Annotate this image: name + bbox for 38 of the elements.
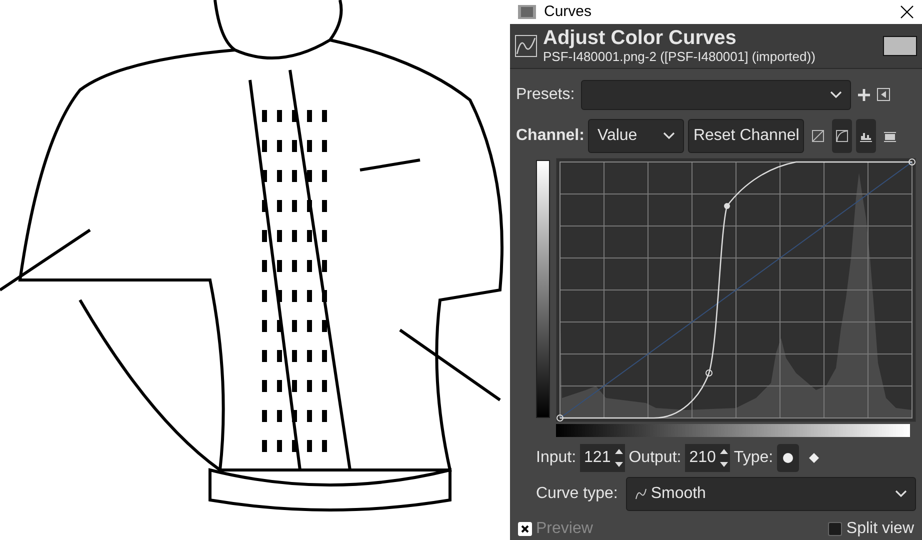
scale-toggle[interactable] <box>832 119 852 154</box>
reset-channel-button[interactable]: Reset Channel <box>688 119 804 154</box>
preview-checkbox[interactable] <box>518 522 532 536</box>
point-type-toggle[interactable] <box>777 444 800 472</box>
type-label: Type: <box>734 448 774 467</box>
curve-type-dropdown[interactable]: Smooth <box>626 477 916 512</box>
add-icon[interactable] <box>856 88 871 102</box>
channel-dropdown[interactable]: Value <box>588 119 684 154</box>
histogram-icon <box>860 130 872 142</box>
preview-label: Preview <box>536 520 593 538</box>
input-label: Input: <box>536 448 576 467</box>
image-name: PSF-I480001.png-2 ([PSF-I480001] (imported)) <box>543 48 816 65</box>
curve-type-label: Curve type: <box>536 485 618 504</box>
chevron-down-icon <box>830 90 842 99</box>
histogram-toggle[interactable] <box>856 119 876 154</box>
linear-scale-icon <box>812 130 824 142</box>
presets-label: Presets: <box>516 86 575 104</box>
circle-point-icon <box>782 452 794 464</box>
chevron-down-icon <box>895 490 907 498</box>
smooth-curve-icon <box>634 488 647 500</box>
split-view-checkbox[interactable] <box>828 522 842 536</box>
menu-icon[interactable] <box>876 88 890 102</box>
app-icon <box>518 4 536 19</box>
close-icon[interactable] <box>900 4 914 19</box>
chevron-down-icon <box>663 132 676 140</box>
image-thumbnail <box>883 36 917 56</box>
check-x-icon <box>521 525 529 534</box>
output-spinbox[interactable]: 210 <box>685 444 730 472</box>
curve-scale-icon <box>836 130 848 142</box>
histogram-icon <box>884 130 896 142</box>
dialog-heading: Adjust Color Curves <box>543 26 738 49</box>
split-view-label: Split view <box>846 520 914 538</box>
diamond-point-icon <box>808 452 820 464</box>
output-label: Output: <box>628 448 682 467</box>
window-title: Curves <box>544 3 593 20</box>
input-spinbox[interactable]: 121 <box>580 444 625 472</box>
channel-label: Channel: <box>516 127 584 146</box>
curve-icon <box>515 34 537 57</box>
